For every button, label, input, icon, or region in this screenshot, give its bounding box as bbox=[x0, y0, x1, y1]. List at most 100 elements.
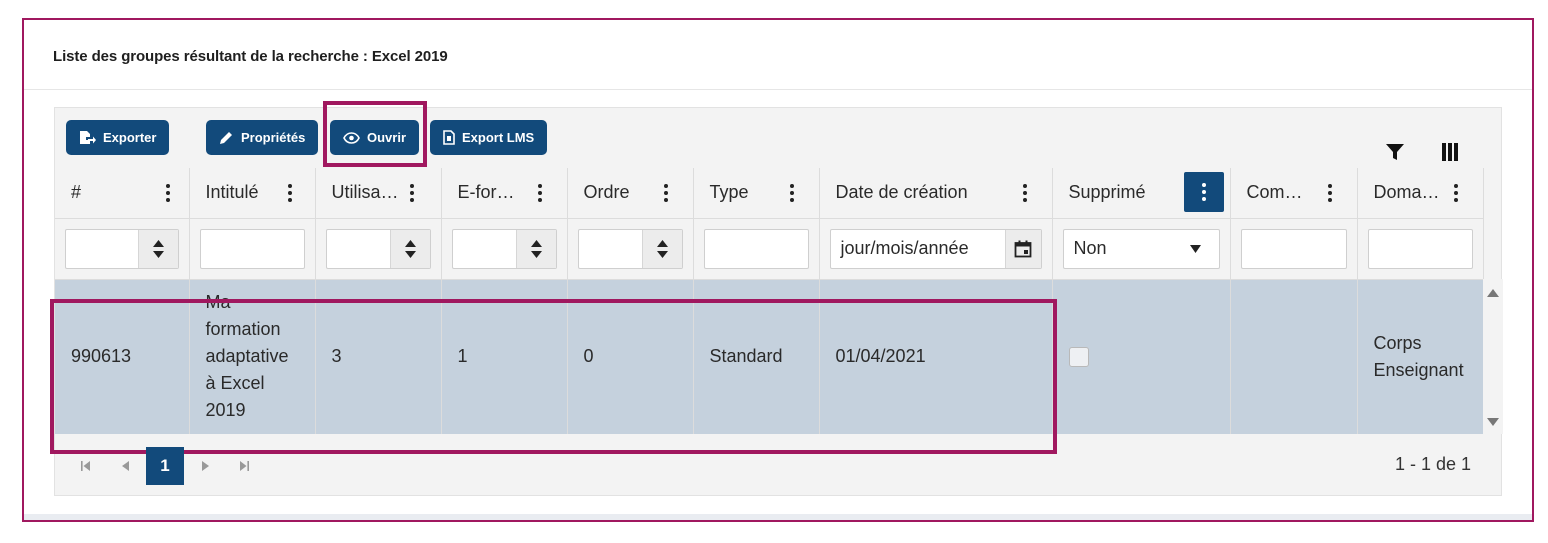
properties-button[interactable]: Propriétés bbox=[206, 120, 319, 155]
header-row: # Intitulé Utilisa… E-for… Ordre Type Da… bbox=[55, 168, 1484, 219]
cell-type: Standard bbox=[693, 279, 820, 434]
properties-button-label: Propriétés bbox=[241, 130, 306, 145]
dropdown-arrow-icon bbox=[1189, 244, 1201, 253]
filter-id-input[interactable] bbox=[65, 228, 179, 269]
column-menu-icon[interactable] bbox=[1012, 180, 1038, 206]
date-placeholder: jour/mois/année bbox=[840, 238, 969, 258]
intitule-line: à Excel bbox=[205, 373, 265, 394]
table-row[interactable]: 990613 Ma formation adaptative à Excel 2… bbox=[55, 279, 1484, 434]
groups-grid: Exporter Propriétés Ouvrir Export LMS # … bbox=[50, 101, 1503, 496]
column-header-domaine[interactable]: Doma… bbox=[1357, 168, 1484, 219]
column-header-supprime[interactable]: Supprimé bbox=[1052, 168, 1231, 219]
caret-up-icon[interactable] bbox=[152, 239, 164, 247]
column-header-label: Doma… bbox=[1373, 182, 1440, 203]
open-button-label: Ouvrir bbox=[367, 130, 407, 145]
filter-utilisateurs-input[interactable] bbox=[325, 228, 431, 269]
column-header-label: Supprimé bbox=[1068, 182, 1146, 203]
caret-down-icon[interactable] bbox=[656, 250, 668, 258]
filter-cell: Non bbox=[1052, 218, 1231, 280]
column-header-eformation[interactable]: E-for… bbox=[441, 168, 568, 219]
numeric-stepper[interactable] bbox=[137, 229, 178, 268]
open-button[interactable]: Ouvrir bbox=[330, 120, 420, 155]
cell-utilisateurs: 3 bbox=[315, 279, 442, 434]
column-menu-icon[interactable] bbox=[277, 180, 303, 206]
filter-icon[interactable] bbox=[1385, 142, 1405, 167]
caret-up-icon[interactable] bbox=[656, 239, 668, 247]
domaine-line: Corps bbox=[1373, 332, 1422, 353]
column-header-commentaire[interactable]: Com… bbox=[1230, 168, 1358, 219]
filter-cell bbox=[315, 218, 442, 280]
cell-id: 990613 bbox=[55, 279, 190, 434]
caret-down-icon[interactable] bbox=[152, 250, 164, 258]
column-menu-icon[interactable] bbox=[155, 180, 181, 206]
column-header-utilisateurs[interactable]: Utilisa… bbox=[315, 168, 442, 219]
scroll-down-icon[interactable] bbox=[1487, 418, 1499, 426]
document-icon bbox=[443, 130, 455, 145]
domaine-line: Enseignant bbox=[1373, 359, 1464, 380]
filter-cell bbox=[693, 218, 820, 280]
groups-table: # Intitulé Utilisa… E-for… Ordre Type Da… bbox=[55, 168, 1484, 434]
column-header-intitule[interactable]: Intitulé bbox=[189, 168, 316, 219]
filter-commentaire-input[interactable] bbox=[1240, 228, 1347, 269]
numeric-stepper[interactable] bbox=[641, 229, 682, 268]
next-page-icon[interactable] bbox=[186, 447, 224, 485]
export-button-label: Exporter bbox=[103, 130, 157, 145]
column-header-date-creation[interactable]: Date de création bbox=[819, 168, 1053, 219]
caret-down-icon[interactable] bbox=[530, 250, 542, 258]
column-header-label: Com… bbox=[1246, 182, 1303, 203]
vertical-scrollbar[interactable] bbox=[1483, 279, 1503, 434]
column-menu-icon[interactable] bbox=[653, 180, 679, 206]
column-menu-icon[interactable] bbox=[1317, 180, 1343, 206]
eye-icon bbox=[343, 131, 360, 144]
column-menu-icon[interactable] bbox=[779, 180, 805, 206]
cell-commentaire bbox=[1230, 279, 1358, 434]
last-page-icon[interactable] bbox=[225, 447, 263, 485]
supprime-checkbox[interactable] bbox=[1068, 346, 1089, 367]
columns-icon[interactable] bbox=[1442, 143, 1458, 166]
calendar-icon[interactable] bbox=[1004, 229, 1041, 268]
filter-cell bbox=[441, 218, 568, 280]
filter-eformation-input[interactable] bbox=[451, 228, 557, 269]
filter-supprime-select[interactable]: Non bbox=[1062, 228, 1220, 269]
column-header-label: Date de création bbox=[835, 182, 968, 203]
column-header-label: # bbox=[71, 182, 82, 203]
filter-cell bbox=[55, 218, 190, 280]
numeric-stepper[interactable] bbox=[389, 229, 430, 268]
page-number-current[interactable]: 1 bbox=[146, 447, 184, 485]
column-menu-icon[interactable] bbox=[399, 180, 425, 206]
column-header-label: Type bbox=[709, 182, 749, 203]
caret-up-icon[interactable] bbox=[404, 239, 416, 247]
results-title: Liste des groupes résultant de la recher… bbox=[53, 48, 448, 65]
pencil-icon bbox=[220, 132, 232, 144]
first-page-icon[interactable] bbox=[67, 447, 105, 485]
caret-down-icon[interactable] bbox=[404, 250, 416, 258]
column-menu-icon[interactable] bbox=[1443, 180, 1469, 206]
filter-intitule-input[interactable] bbox=[199, 228, 305, 269]
filter-row: jour/mois/année Non bbox=[55, 218, 1484, 280]
filter-date-input[interactable]: jour/mois/année bbox=[829, 228, 1042, 269]
column-header-ordre[interactable]: Ordre bbox=[567, 168, 694, 219]
column-header-type[interactable]: Type bbox=[693, 168, 820, 219]
filter-type-input[interactable] bbox=[703, 228, 809, 269]
supprime-select-value: Non bbox=[1073, 238, 1107, 258]
column-menu-icon[interactable] bbox=[527, 180, 553, 206]
numeric-stepper[interactable] bbox=[515, 229, 556, 268]
column-header-id[interactable]: # bbox=[55, 168, 190, 219]
scroll-up-icon[interactable] bbox=[1487, 289, 1499, 297]
filter-domaine-input[interactable] bbox=[1367, 228, 1473, 269]
previous-page-icon[interactable] bbox=[107, 447, 145, 485]
pagination-bar: 1 1 - 1 de 1 bbox=[55, 435, 1501, 496]
grid-toolbar: Exporter Propriétés Ouvrir Export LMS bbox=[55, 101, 1501, 168]
filter-ordre-input[interactable] bbox=[577, 228, 683, 269]
intitule-line: adaptative bbox=[205, 346, 289, 367]
intitule-line: 2019 bbox=[205, 400, 246, 421]
cell-ordre: 0 bbox=[567, 279, 694, 434]
caret-up-icon[interactable] bbox=[530, 239, 542, 247]
pagination-info: 1 - 1 de 1 bbox=[1394, 454, 1471, 474]
panel-bottom-strip bbox=[24, 514, 1532, 520]
export-lms-button[interactable]: Export LMS bbox=[430, 120, 548, 155]
export-button[interactable]: Exporter bbox=[66, 120, 170, 155]
column-menu-icon[interactable] bbox=[1183, 172, 1224, 212]
column-header-label: E-for… bbox=[457, 182, 515, 203]
cell-date-creation: 01/04/2021 bbox=[819, 279, 1053, 434]
